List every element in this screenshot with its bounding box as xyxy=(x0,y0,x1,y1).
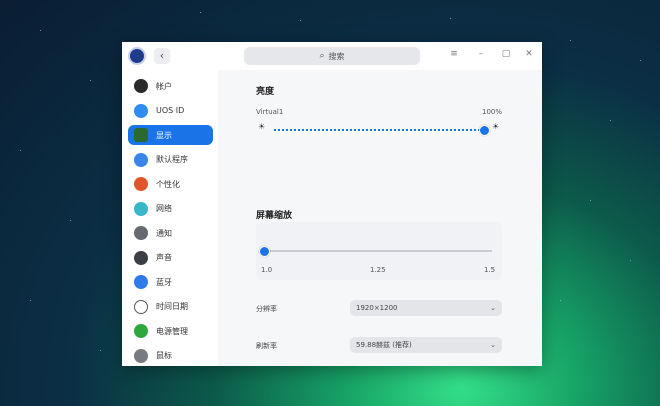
close-button[interactable]: ✕ xyxy=(522,49,536,59)
minimize-icon: – xyxy=(478,49,484,59)
search-placeholder: 搜索 xyxy=(328,51,345,61)
sidebar-item-label: UOS ID xyxy=(156,106,185,115)
sidebar-item-12[interactable]: 鼠标 xyxy=(128,346,213,366)
bell-icon xyxy=(134,226,148,240)
user-icon xyxy=(134,79,148,93)
clock-icon xyxy=(134,299,148,314)
chevron-down-icon: ⌄ xyxy=(490,341,496,349)
sidebar-item-1[interactable]: 帐户 xyxy=(128,76,213,96)
sidebar-item-10[interactable]: 时间日期 xyxy=(128,297,213,317)
sidebar-item-label: 电源管理 xyxy=(156,326,188,336)
sidebar-item-label: 时间日期 xyxy=(156,302,188,311)
refresh-rate-value: 59.88赫兹 (推荐) xyxy=(356,341,412,349)
scaling-slider-handle[interactable] xyxy=(259,246,270,257)
sidebar-item-label: 通知 xyxy=(156,228,172,238)
mouse-icon xyxy=(134,348,148,363)
app-logo-icon xyxy=(128,47,146,65)
brightness-value: 100% xyxy=(481,108,502,116)
search-icon: ⌕ xyxy=(319,51,325,61)
sidebar-item-9[interactable]: 蓝牙 xyxy=(128,272,213,292)
scaling-card: 1.0 1.25 1.5 xyxy=(256,222,502,280)
refresh-rate-label: 刷新率 xyxy=(256,342,277,350)
sidebar-item-3[interactable]: 显示 xyxy=(128,125,213,145)
refresh-rate-select[interactable]: 59.88赫兹 (推荐) ⌄ xyxy=(350,337,502,353)
back-button[interactable]: ‹ xyxy=(154,48,170,64)
sidebar-item-11[interactable]: 电源管理 xyxy=(128,321,213,341)
search-input[interactable]: ⌕ 搜索 xyxy=(244,47,420,65)
scaling-tick-label: 1.5 xyxy=(484,266,496,274)
sidebar-item-8[interactable]: 声音 xyxy=(128,248,213,268)
close-icon: ✕ xyxy=(525,49,533,59)
scaling-title: 屏幕缩放 xyxy=(256,211,293,221)
sidebar-item-2[interactable]: UOS ID xyxy=(128,101,213,121)
brightness-low-icon: ☀ xyxy=(258,122,266,131)
sidebar-item-6[interactable]: 网络 xyxy=(128,199,213,219)
bluetooth-icon xyxy=(134,275,148,289)
sidebar-item-7[interactable]: 通知 xyxy=(128,223,213,243)
display-settings-panel: 亮度 Virtual1 100% ☀ ☀ 屏幕缩放 1.0 1.25 1.5 分… xyxy=(218,70,542,366)
cloud-icon xyxy=(134,103,148,118)
display-icon xyxy=(134,128,148,142)
scaling-tick-label: 1.25 xyxy=(370,266,386,274)
minimize-button[interactable]: – xyxy=(474,49,488,59)
chevron-down-icon: ⌄ xyxy=(490,304,496,312)
brightness-title: 亮度 xyxy=(256,87,275,97)
speaker-icon xyxy=(134,250,148,265)
chevron-left-icon: ‹ xyxy=(159,49,165,62)
sidebar-item-5[interactable]: 个性化 xyxy=(128,174,213,194)
resolution-label: 分辨率 xyxy=(256,305,277,313)
sidebar-item-label: 蓝牙 xyxy=(156,277,172,287)
brightness-high-icon: ☀ xyxy=(492,122,500,131)
sidebar: 帐户 UOS ID 显示默认程序个性化网络通知声音蓝牙时间日期电源管理鼠标 xyxy=(122,70,218,366)
scaling-tick-label: 1.0 xyxy=(261,266,273,274)
monitor-name: Virtual1 xyxy=(256,108,284,116)
title-bar: ‹ ⌕ 搜索 ≡ – ▢ ✕ xyxy=(122,42,542,70)
menu-button[interactable]: ≡ xyxy=(447,49,461,59)
brightness-slider-handle[interactable] xyxy=(479,125,490,136)
maximize-icon: ▢ xyxy=(501,49,511,59)
sidebar-item-4[interactable]: 默认程序 xyxy=(128,150,213,170)
sidebar-item-label: 默认程序 xyxy=(156,155,188,164)
resolution-select[interactable]: 1920×1200 ⌄ xyxy=(350,300,502,316)
scaling-slider[interactable] xyxy=(264,250,492,252)
resolution-value: 1920×1200 xyxy=(356,304,398,312)
sidebar-item-label: 显示 xyxy=(156,130,172,140)
sidebar-item-label: 声音 xyxy=(156,253,172,262)
menu-icon: ≡ xyxy=(450,49,458,59)
sidebar-item-label: 个性化 xyxy=(156,179,180,189)
brightness-slider[interactable] xyxy=(274,129,484,131)
maximize-button[interactable]: ▢ xyxy=(499,49,513,59)
sidebar-item-label: 网络 xyxy=(156,204,172,213)
battery-icon xyxy=(134,324,148,338)
network-icon xyxy=(134,201,148,216)
sidebar-item-label: 鼠标 xyxy=(156,351,172,360)
personalization-icon xyxy=(134,177,148,191)
settings-window: ‹ ⌕ 搜索 ≡ – ▢ ✕ 帐户 UOS ID 显示默认程序个性化网络通知声音蓝牙… xyxy=(122,42,542,366)
sidebar-item-label: 帐户 xyxy=(156,81,172,91)
default-apps-icon xyxy=(134,152,148,167)
